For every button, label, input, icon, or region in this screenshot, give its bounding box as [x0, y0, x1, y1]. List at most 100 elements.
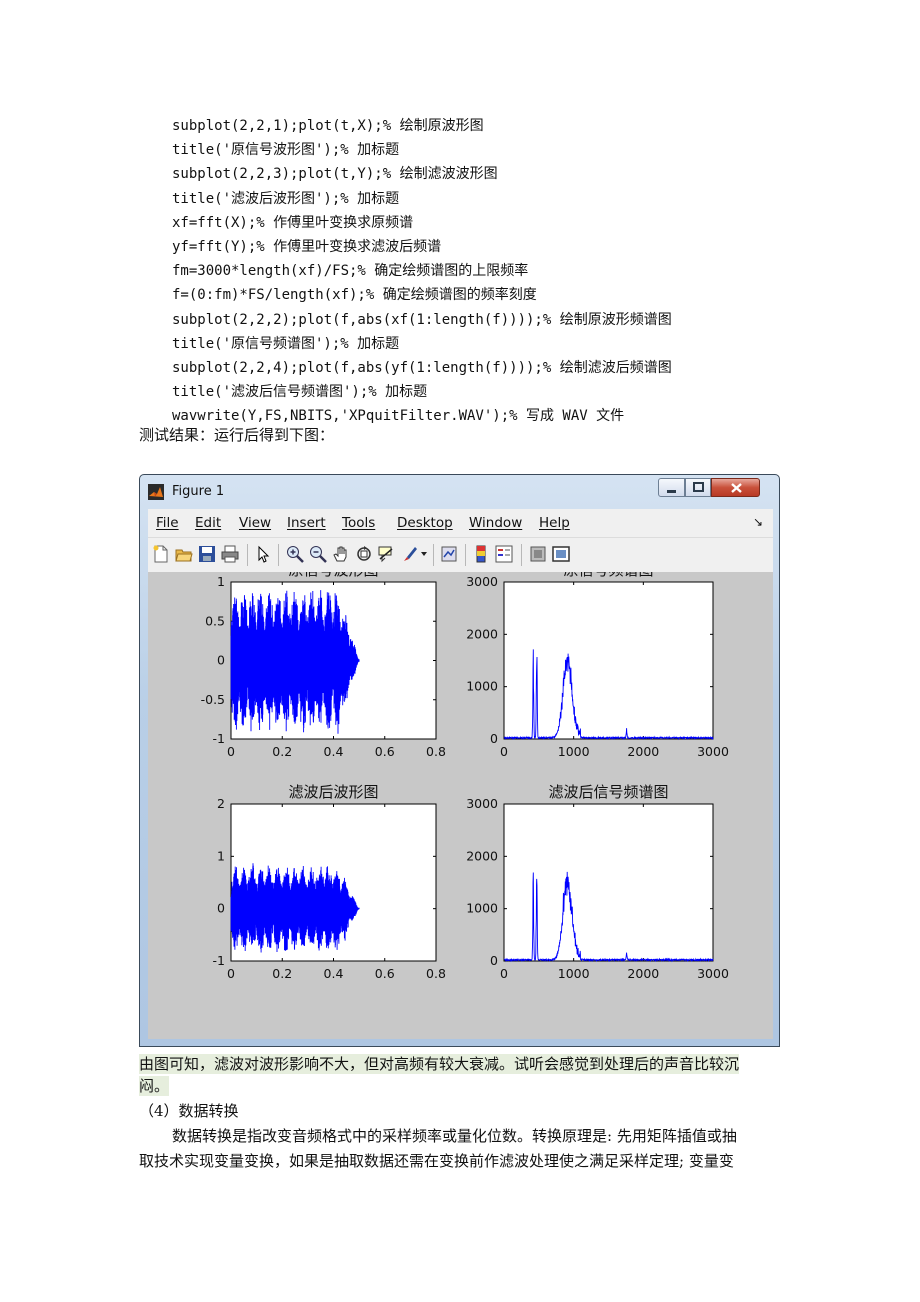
x-tick-label: 3000 — [697, 966, 729, 981]
y-tick-label: 2000 — [466, 626, 498, 641]
code-line: title('原信号频谱图');% 加标题 — [172, 335, 400, 352]
x-tick-label: 0.4 — [324, 966, 344, 981]
code-line: title('滤波后信号频谱图');% 加标题 — [172, 384, 428, 401]
body-text-line-1: 数据转换是指改变音频格式中的采样频率或量化位数。转换原理是: 先用矩阵插值或抽 — [172, 1127, 737, 1145]
code-line: subplot(2,2,2);plot(f,abs(xf(1:length(f)… — [172, 311, 672, 328]
x-tick-label: 0.2 — [272, 744, 292, 759]
subplot-title: 原信号频谱图 — [563, 572, 653, 579]
x-tick-label: 3000 — [697, 744, 729, 759]
code-line: xf=fft(X);% 作傅里叶变换求原频谱 — [172, 214, 414, 231]
toolbar-separator — [433, 544, 434, 566]
body-text-line-2: 取技术实现变量变换，如果是抽取数据还需在变换前作滤波处理使之满足采样定理; 变量… — [139, 1152, 734, 1170]
menu-window[interactable]: Window — [469, 515, 522, 531]
show-plot-tools-icon[interactable] — [552, 545, 570, 563]
legend-icon[interactable] — [495, 545, 513, 563]
menu-help[interactable]: Help — [539, 515, 570, 531]
link-plot-icon[interactable] — [440, 545, 458, 563]
code-line: fm=3000*length(xf)/FS;% 确定绘频谱图的上限频率 — [172, 263, 529, 280]
print-figure-icon[interactable] — [221, 545, 239, 563]
matlab-logo-icon — [148, 484, 164, 500]
toolbar-separator — [278, 544, 279, 566]
subplot-3[interactable]: 滤波后波形图0 0.2 0.4 0.6 0.8210-1 — [213, 783, 446, 981]
figure-window: Figure 1 File Edit View Insert Tools Des… — [139, 474, 780, 1047]
y-tick-label: 0 — [490, 953, 498, 968]
y-tick-label: -1 — [213, 731, 225, 746]
pan-icon[interactable] — [332, 545, 350, 563]
x-tick-label: 0 — [227, 966, 235, 981]
figure-plots: 原信号波形图00.20.40.60.810.50-0.5-1原信号频谱图0100… — [201, 572, 729, 981]
zoom-out-icon[interactable] — [309, 545, 327, 563]
x-tick-label: 0.4 — [324, 744, 344, 759]
x-tick-label: 0.8 — [426, 744, 446, 759]
minimize-button[interactable] — [658, 478, 685, 497]
x-tick-label: 0 — [500, 966, 508, 981]
code-line: subplot(2,2,3);plot(t,Y);% 绘制滤波波形图 — [172, 166, 498, 183]
y-tick-label: 2 — [217, 796, 225, 811]
edit-plot-icon[interactable] — [254, 545, 272, 563]
y-tick-label: -1 — [213, 953, 225, 968]
conclusion-line-1: 由图可知，滤波对波形影响不大，但对高频有较大衰减。试听会感觉到处理后的声音比较沉 — [139, 1054, 740, 1074]
code-line: wavwrite(Y,FS,NBITS,'XPquitFilter.WAV');… — [172, 408, 625, 425]
x-tick-label: 1000 — [558, 744, 590, 759]
close-button[interactable] — [711, 478, 760, 497]
save-figure-icon[interactable] — [198, 545, 216, 563]
y-tick-label: 1 — [217, 574, 225, 589]
conclusion-line-2: 闷。 — [139, 1076, 170, 1096]
menu-desktop[interactable]: Desktop — [397, 515, 453, 531]
result-label: 测试结果：运行后得到下图： — [139, 426, 335, 444]
menu-dock-icon[interactable]: ↘ — [753, 515, 763, 529]
y-tick-label: 1000 — [466, 901, 498, 916]
code-line: subplot(2,2,4);plot(f,abs(yf(1:length(f)… — [172, 360, 672, 376]
brush-icon[interactable] — [401, 545, 419, 563]
subplot-title: 滤波后波形图 — [288, 783, 378, 801]
x-tick-label: 1000 — [558, 966, 590, 981]
x-tick-label: 0.2 — [272, 966, 292, 981]
section-heading: （4）数据转换 — [139, 1102, 239, 1120]
axes-box — [503, 803, 714, 962]
menu-view[interactable]: View — [239, 515, 271, 531]
hide-plot-tools-icon[interactable] — [529, 545, 547, 563]
code-line: title('滤波后波形图');% 加标题 — [172, 190, 400, 207]
open-file-icon[interactable] — [175, 545, 193, 563]
menu-tools[interactable]: Tools — [342, 515, 375, 531]
x-tick-label: 0.8 — [426, 966, 446, 981]
y-tick-label: 0 — [490, 731, 498, 746]
subplot-1[interactable]: 原信号波形图 0 0.2 0.4 0.6 0.8 1 0.5 0 -0.5 -1 — [201, 572, 446, 759]
x-tick-label: 2000 — [627, 966, 659, 981]
window-title: Figure 1 — [172, 484, 225, 499]
y-tick-label: 1000 — [466, 679, 498, 694]
menu-edit[interactable]: Edit — [195, 515, 221, 531]
window-titlebar[interactable]: Figure 1 — [140, 475, 779, 509]
y-tick-label: 0 — [217, 901, 225, 916]
toolbar-separator — [465, 544, 466, 566]
y-tick-label: 0.5 — [205, 613, 225, 628]
menu-bar: File Edit View Insert Tools Desktop Wind… — [148, 509, 773, 537]
x-tick-label: 0.6 — [375, 966, 395, 981]
figure-canvas[interactable]: 原信号波形图00.20.40.60.810.50-0.5-1原信号频谱图0100… — [148, 572, 773, 1039]
y-tick-label: -0.5 — [201, 692, 225, 707]
new-figure-icon[interactable] — [152, 545, 170, 563]
menu-file[interactable]: File — [156, 515, 179, 531]
axes-box — [503, 581, 714, 740]
brush-dropdown-icon[interactable] — [421, 552, 427, 557]
toolbar-separator — [521, 544, 522, 566]
code-line: f=(0:fm)*FS/length(xf);% 确定绘频谱图的频率刻度 — [172, 287, 537, 304]
y-tick-label: 1 — [217, 848, 225, 863]
y-tick-label: 0 — [217, 653, 225, 668]
x-tick-label: 0 — [227, 744, 235, 759]
zoom-in-icon[interactable] — [286, 545, 304, 563]
close-icon — [731, 483, 742, 493]
subplot-2[interactable]: 原信号频谱图 0 1000 2000 3000 3000 2000 1000 0 — [466, 572, 729, 759]
code-line: subplot(2,2,1);plot(t,X);% 绘制原波形图 — [172, 118, 484, 134]
maximize-icon — [693, 482, 704, 492]
code-line: yf=fft(Y);% 作傅里叶变换求滤波后频谱 — [172, 239, 442, 255]
rotate-3d-icon[interactable] — [355, 545, 373, 563]
colorbar-icon[interactable] — [472, 545, 490, 563]
menu-insert[interactable]: Insert — [287, 515, 326, 531]
maximize-button[interactable] — [685, 478, 711, 497]
x-tick-label: 0 — [500, 744, 508, 759]
y-tick-label: 3000 — [466, 574, 498, 589]
minimize-icon — [667, 490, 676, 493]
data-cursor-icon[interactable] — [378, 545, 396, 563]
subplot-4[interactable]: 滤波后信号频谱图 0 1000 2000 3000 3000 2000 1000 0 — [466, 783, 729, 981]
